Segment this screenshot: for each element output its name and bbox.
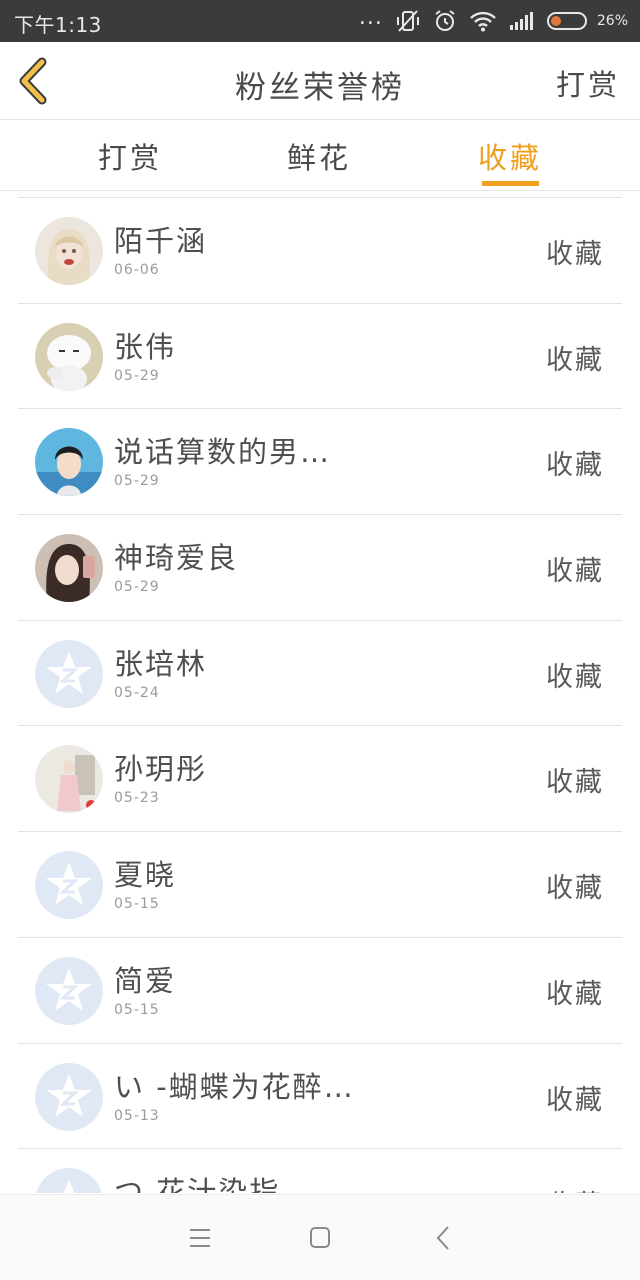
list-item-type: 收藏	[546, 1183, 604, 1193]
status-icons: ... 26%	[358, 5, 628, 34]
list-item-name: 陌千涵	[114, 224, 208, 258]
list-item[interactable]: 张培林 05-24 收藏	[18, 621, 622, 727]
default-avatar-icon	[35, 1062, 103, 1131]
avatar	[35, 428, 103, 497]
tab-tips[interactable]: 打赏	[70, 135, 190, 177]
default-avatar-icon	[35, 956, 103, 1025]
list-item-date: 05-13	[114, 1107, 160, 1124]
status-bar: 下午1:13 ... 26%	[0, 0, 640, 42]
list-item-date: 05-15	[114, 896, 160, 913]
list-item-name: 夏晓	[114, 858, 177, 893]
avatar	[35, 745, 103, 814]
list-item[interactable]: 夏晓 05-15 收藏	[18, 832, 622, 938]
list-item-date: 05-29	[114, 367, 160, 384]
list-item-type: 收藏	[546, 978, 604, 1010]
list-item[interactable]: 孙玥彤 05-23 收藏	[18, 726, 622, 833]
menu-icon	[190, 1229, 210, 1247]
back-arrow-icon	[436, 1226, 449, 1250]
menu-button[interactable]	[180, 1221, 220, 1255]
list-item-date: 06-06	[114, 262, 160, 278]
default-avatar-icon	[35, 851, 103, 920]
alarm-icon	[433, 9, 457, 33]
list-item[interactable]: い -蝴蝶为花醉 、 05-13 收藏	[18, 1044, 622, 1150]
header: 粉丝荣誉榜 打赏	[0, 42, 640, 120]
more-notifications-icon: ...	[358, 5, 383, 30]
nav-back-button[interactable]	[424, 1221, 464, 1255]
wifi-icon	[469, 10, 497, 32]
tab-favorites[interactable]: 收藏	[450, 135, 570, 177]
home-button[interactable]	[300, 1221, 340, 1255]
list-item[interactable]: 神琦爱良 05-29 收藏	[18, 515, 622, 621]
list-item[interactable]: 说话算数的男人… 05-29 收藏	[18, 409, 622, 516]
avatar	[35, 534, 103, 603]
list-item-date: 05-24	[114, 684, 160, 701]
tab-flowers[interactable]: 鲜花	[259, 135, 379, 177]
list-item[interactable]: 张伟 05-29 收藏	[18, 304, 622, 410]
list-item[interactable]: 陌千涵 06-06 收藏	[18, 198, 622, 304]
list-item-name: 说话算数的男人…	[114, 435, 354, 470]
tab-bar: 打赏 鲜花 收藏	[0, 121, 640, 191]
list-item-date: 05-29	[114, 473, 160, 490]
system-nav-bar	[0, 1194, 640, 1280]
list-item-type: 收藏	[546, 239, 604, 270]
signal-icon	[509, 11, 535, 31]
default-avatar-icon	[35, 1168, 103, 1193]
home-icon	[310, 1227, 330, 1248]
list-item-date: 05-29	[114, 579, 160, 596]
tip-button[interactable]: 打赏	[556, 62, 620, 104]
list-item[interactable]: 简爱 05-15 收藏	[18, 938, 622, 1044]
list-item-date: 05-23	[114, 790, 160, 807]
avatar	[35, 322, 103, 391]
avatar	[35, 217, 103, 285]
list-item-type: 收藏	[546, 661, 604, 693]
list-item-date: 05-15	[114, 1001, 160, 1018]
list-item-type: 收藏	[546, 767, 604, 799]
list-item-type: 收藏	[546, 344, 604, 376]
list-item-type: 收藏	[546, 450, 604, 482]
list-item-name: 神琦爱良	[114, 541, 239, 576]
list-item-name: 孙玥彤	[114, 752, 208, 787]
list-item-name: い -蝴蝶为花醉 、	[114, 1069, 354, 1104]
list-item-name: 张培林	[114, 646, 208, 681]
battery-level: 26%	[596, 13, 628, 29]
list-item[interactable]: つ 花汁染指 收藏	[18, 1149, 622, 1193]
active-tab-indicator	[482, 181, 539, 186]
status-time: 下午1:13	[14, 13, 102, 37]
list-item-type: 收藏	[546, 556, 604, 588]
vibrate-off-icon	[395, 8, 421, 34]
list-item-type: 收藏	[546, 1084, 604, 1116]
battery-icon	[546, 11, 591, 31]
default-avatar-icon	[35, 639, 103, 708]
list-item-name: 简爱	[114, 963, 177, 998]
list-item-name: つ 花汁染指	[114, 1175, 281, 1193]
page-title: 粉丝荣誉榜	[235, 70, 405, 106]
list-item-name: 张伟	[114, 329, 177, 364]
fan-list[interactable]: 陌千涵 06-06 收藏 张伟 05-29 收藏 说话算数的男人… 05-29 …	[18, 197, 622, 1193]
list-item-type: 收藏	[546, 873, 604, 905]
